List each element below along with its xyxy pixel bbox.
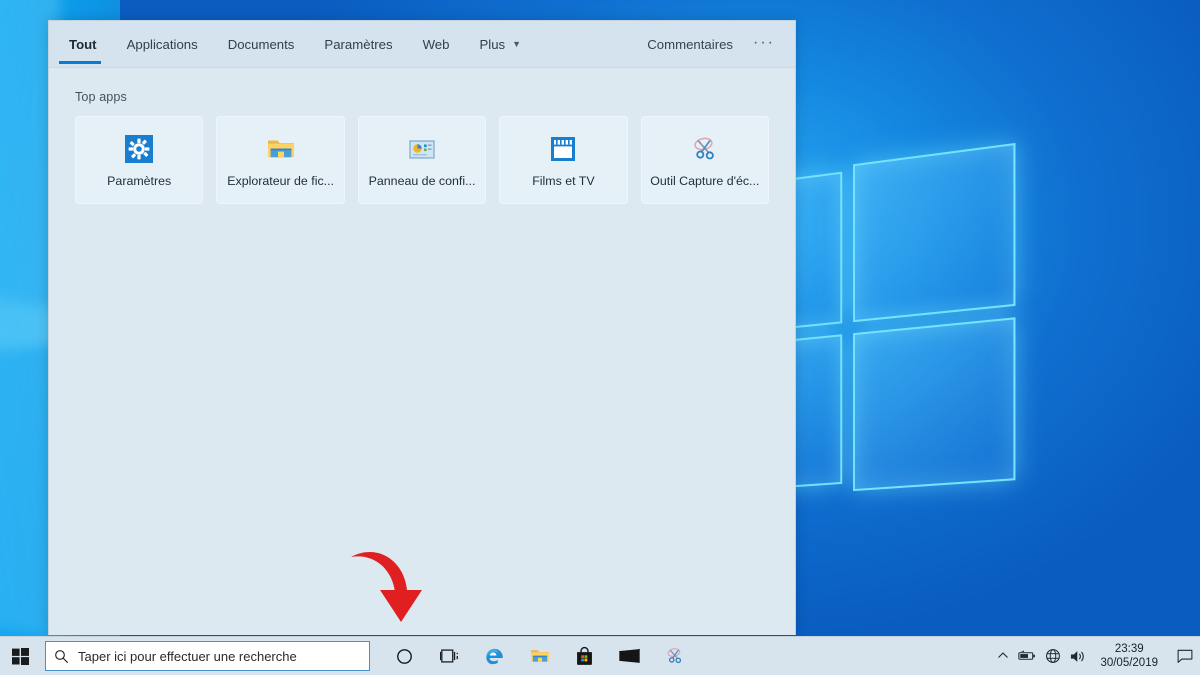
- search-input[interactable]: Taper ici pour effectuer une recherche: [78, 649, 297, 664]
- edge-button[interactable]: [472, 637, 517, 675]
- clock[interactable]: 23:39 30/05/2019: [1090, 637, 1170, 675]
- cortana-circle-icon: [397, 648, 412, 664]
- control-panel-icon: [409, 139, 435, 159]
- microsoft-store-icon: [577, 646, 592, 665]
- tile-panneau-de-configuration[interactable]: Panneau de confi...: [357, 116, 487, 204]
- movies-tv-clapperboard-icon: [551, 136, 576, 161]
- system-tray: 23:39 30/05/2019: [990, 637, 1200, 675]
- snipping-tool-button[interactable]: [652, 637, 697, 675]
- tile-label: Explorateur de fic...: [227, 173, 334, 188]
- tab-plus[interactable]: Plus ▼: [464, 21, 536, 68]
- tab-label: Documents: [227, 37, 295, 52]
- tile-parametres[interactable]: Paramètres: [75, 116, 204, 204]
- action-center-icon: [1177, 649, 1193, 663]
- tab-applications[interactable]: Applications: [112, 21, 213, 68]
- network-icon-button[interactable]: [1040, 637, 1065, 675]
- red-curved-down-arrow-annotation: [351, 552, 422, 622]
- windows-search-panel: Tout Applications Documents Paramètres W…: [48, 20, 796, 635]
- file-explorer-folder-icon: [267, 140, 294, 157]
- taskbar-search-box[interactable]: Taper ici pour effectuer une recherche: [45, 641, 370, 671]
- volume-speaker-icon: [1071, 650, 1085, 662]
- more-options-icon[interactable]: ···: [751, 31, 777, 59]
- snipping-tool-scissors-icon: [694, 137, 714, 159]
- windows-start-icon: [11, 647, 29, 665]
- chevron-up-icon: [998, 652, 1008, 658]
- tile-explorateur-de-fichiers[interactable]: Explorateur de fic...: [216, 116, 345, 204]
- edge-browser-icon: [485, 648, 503, 665]
- tile-films-et-tv[interactable]: Films et TV: [499, 116, 628, 204]
- chevron-down-icon: ▼: [512, 38, 522, 49]
- logo-pane-top-right: [853, 142, 1016, 323]
- tile-label: Panneau de confi...: [368, 173, 476, 188]
- show-hidden-icons-chevron-icon[interactable]: [990, 637, 1015, 675]
- action-center-button[interactable]: [1170, 637, 1200, 675]
- snipping-tool-icon: [667, 648, 681, 664]
- microsoft-store-button[interactable]: [562, 637, 607, 675]
- tab-label: Tout: [69, 37, 97, 52]
- tile-label: Outil Capture d'éc...: [650, 173, 760, 188]
- battery-icon-button[interactable]: [1015, 637, 1040, 675]
- tab-web[interactable]: Web: [408, 21, 465, 68]
- taskbar: Taper ici pour effectuer une recherche 2…: [0, 636, 1200, 675]
- tile-label: Films et TV: [532, 173, 595, 188]
- clock-date: 30/05/2019: [1100, 657, 1158, 669]
- battery-icon: [1018, 650, 1036, 660]
- settings-gear-icon: [125, 134, 154, 163]
- volume-icon-button[interactable]: [1065, 637, 1090, 675]
- tab-tout[interactable]: Tout: [49, 21, 112, 68]
- tab-label: Plus: [479, 37, 506, 52]
- search-magnifier-icon: [55, 649, 69, 663]
- header-right-actions: Commentaires ···: [647, 31, 777, 59]
- feedback-link[interactable]: Commentaires: [647, 37, 733, 52]
- mail-button[interactable]: [607, 637, 652, 675]
- top-apps-heading: Top apps: [75, 90, 127, 104]
- search-panel-header: Tout Applications Documents Paramètres W…: [49, 21, 795, 68]
- cortana-button[interactable]: [382, 637, 427, 675]
- taskbar-pinned-apps: [382, 637, 697, 675]
- file-explorer-icon: [530, 650, 549, 662]
- task-view-button[interactable]: [427, 637, 472, 675]
- top-apps-tile-row: Paramètres Explorateur de fic... Panneau…: [75, 116, 770, 204]
- mail-envelope-icon: [619, 648, 640, 663]
- tab-label: Applications: [126, 37, 198, 52]
- tab-documents[interactable]: Documents: [213, 21, 310, 68]
- network-globe-icon: [1046, 649, 1060, 663]
- file-explorer-button[interactable]: [517, 637, 562, 675]
- tab-label: Paramètres: [324, 37, 393, 52]
- logo-pane-bottom-right: [853, 317, 1016, 492]
- tab-parametres[interactable]: Paramètres: [309, 21, 407, 68]
- start-button[interactable]: [0, 637, 40, 675]
- clock-time: 23:39: [1114, 642, 1144, 655]
- tile-outil-capture-decran[interactable]: Outil Capture d'éc...: [640, 116, 770, 204]
- tab-label: Web: [422, 37, 450, 52]
- search-tab-bar: Tout Applications Documents Paramètres W…: [49, 21, 536, 68]
- tile-label: Paramètres: [107, 173, 172, 188]
- task-view-icon: [439, 649, 458, 663]
